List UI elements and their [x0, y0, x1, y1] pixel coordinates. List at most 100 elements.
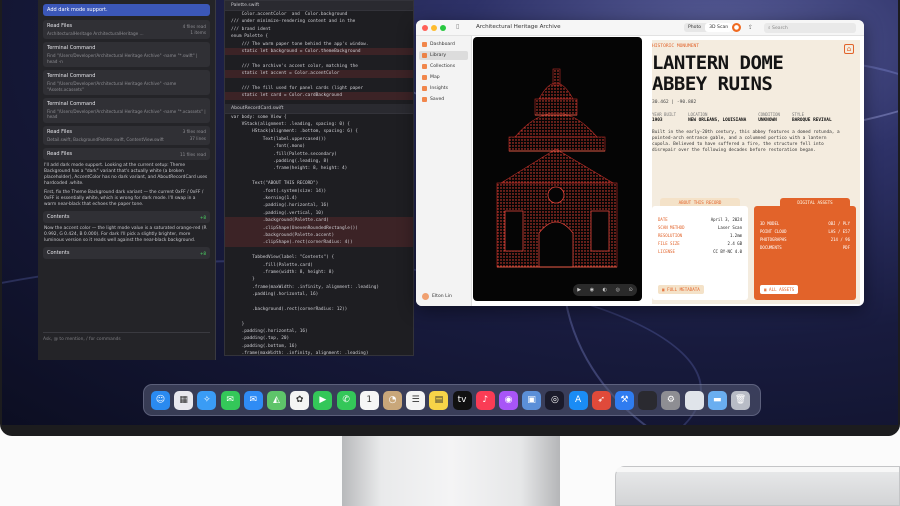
- lighting-icon[interactable]: ◐: [603, 287, 607, 293]
- system-settings-icon[interactable]: ⚙: [661, 391, 681, 410]
- full-metadata-button[interactable]: ▦ FULL METADATA: [658, 285, 704, 294]
- read-files-card[interactable]: Read Files 4 files read ArchitecturalHeri…: [43, 20, 210, 40]
- window-icon[interactable]: [684, 391, 704, 410]
- card-title: Terminal Command: [47, 73, 96, 80]
- contacts-icon[interactable]: ◔: [383, 391, 402, 410]
- phone-icon[interactable]: ✆: [336, 391, 356, 410]
- window-titlebar: ▯ Architectural Heritage Archive Photo 3…: [416, 20, 864, 36]
- metadata-item: STYLE BAROQUE REVIVAL: [792, 112, 832, 123]
- sidebar-item-dashboard[interactable]: Dashboard: [419, 40, 468, 49]
- editor-tab[interactable]: Palette.swift: [225, 1, 413, 11]
- code-line: .frame(maxWidth: .infinity, alignment: .…: [231, 351, 369, 356]
- rotate-icon[interactable]: ◉: [590, 287, 594, 293]
- blank-icon[interactable]: [638, 391, 658, 410]
- calendar-icon[interactable]: 1: [359, 391, 379, 410]
- preview-icon[interactable]: ▣: [522, 391, 542, 410]
- notes-icon[interactable]: ▤: [429, 391, 449, 410]
- record-title-line: LANTERN DOME: [652, 52, 784, 74]
- share-icon[interactable]: ⇪: [748, 24, 753, 31]
- terminal-command-card[interactable]: Terminal Command Find "/Users/Developer/…: [43, 70, 210, 96]
- about-record-card: DATE April 3, 2024 SCAN METHOD Laser Scan …: [652, 206, 748, 300]
- metadata-value: UNKNOWN: [758, 118, 777, 123]
- about-row: LICENSE CC BY-NC 4.0: [652, 248, 748, 256]
- record-category: HISTORIC MONUMENT: [652, 44, 700, 49]
- card-meta: 11 files read: [180, 151, 206, 157]
- read-files-card[interactable]: Read Files 3 files read Detail.swift, Bac…: [43, 125, 210, 146]
- sidebar-item-map[interactable]: Map: [419, 73, 468, 82]
- code-line: .padding(.horizontal, 16): [231, 329, 308, 335]
- editor-tab[interactable]: AboutRecordCard.swift: [225, 103, 413, 114]
- asset-key: DOCUMENTS: [760, 245, 782, 250]
- assistant-message: First, fix the Theme Background dark var…: [44, 190, 204, 208]
- dock: ☺ ▦ ✧ ✉ ✉ ◭ ✿ ▶ ✆ 1 ◔ ☰ ▤ tv ♪ ◉ ▣ ◎ A ➶ ⚒ ⚙ ▬ 🗑: [143, 384, 761, 416]
- sidebar-item-library[interactable]: Library: [419, 51, 468, 60]
- asset-row: PHOTOGRAPHS 214 / 96: [754, 236, 856, 244]
- sidebar-item-saved[interactable]: Saved: [419, 95, 468, 104]
- record-button-icon[interactable]: ●: [732, 23, 741, 32]
- about-key: DATE: [658, 217, 668, 222]
- asset-value: 214 / 96: [830, 237, 850, 242]
- photos-icon[interactable]: ✿: [290, 391, 310, 410]
- code-line: Text("ABOUT THIS RECORD"): [231, 181, 319, 187]
- avatar: [422, 293, 429, 300]
- camera-icon[interactable]: ⊙: [629, 287, 633, 293]
- finder-icon[interactable]: ☺: [151, 391, 170, 410]
- asset-value: PDF: [842, 245, 850, 250]
- xcode-icon[interactable]: ⚒: [615, 391, 634, 410]
- code-line: static let background = Color.themeBackg…: [225, 47, 413, 56]
- podcasts-icon[interactable]: ◉: [499, 391, 518, 410]
- asset-key: POINT CLOUD: [760, 229, 787, 234]
- measure-icon[interactable]: ◎: [616, 287, 620, 293]
- map-icon: [422, 75, 427, 80]
- zoom-icon[interactable]: [440, 25, 446, 31]
- metadata-key: LOCATION: [688, 112, 708, 117]
- minimize-icon[interactable]: [431, 25, 437, 31]
- facetime-icon[interactable]: ▶: [313, 391, 333, 410]
- asset-key: 3D MODEL: [760, 221, 780, 226]
- close-icon[interactable]: [422, 25, 428, 31]
- read-files-card[interactable]: Read Files 11 files read: [43, 148, 210, 161]
- instruments-icon[interactable]: ➶: [591, 391, 611, 410]
- launchpad-icon[interactable]: ▦: [174, 391, 194, 410]
- sidebar-item-collections[interactable]: Collections: [419, 62, 468, 71]
- assistant-chat-panel: Add dark mode support. Read Files 4 files…: [38, 0, 216, 360]
- segment-photo[interactable]: Photo: [684, 23, 705, 32]
- assistant-message: I'll add dark mode support. Looking at t…: [44, 163, 208, 187]
- asset-value: LAS / E57: [828, 229, 850, 234]
- archive-app-window: ▯ Architectural Heritage Archive Photo 3…: [416, 20, 864, 306]
- user-account[interactable]: Elton Lin: [422, 293, 452, 300]
- sidebar-toggle-icon[interactable]: ▯: [456, 23, 459, 30]
- card-code: Detail.swift, BackgroundPalette.swift, C…: [47, 136, 164, 142]
- terminal-command-card[interactable]: Terminal Command Find "/Users/Developer/…: [43, 98, 210, 123]
- maps-icon[interactable]: ◭: [267, 391, 286, 410]
- about-key: FILE SIZE: [658, 241, 680, 246]
- about-value: 2.4 GB: [727, 241, 742, 246]
- diff-count: +8: [199, 250, 206, 256]
- trash-icon[interactable]: 🗑: [731, 391, 750, 410]
- chat-input[interactable]: Ask, @ to mention, / for commands: [43, 332, 210, 354]
- messages-icon[interactable]: ✉: [220, 391, 240, 410]
- mail-icon[interactable]: ✉: [243, 391, 263, 410]
- search-field[interactable]: ⌕ Search: [764, 23, 856, 33]
- point-cloud-viewer[interactable]: ▶ ◉ ◐ ◎ ⊙: [473, 37, 642, 301]
- code-editor[interactable]: Palette.swift Color.accentColor and Colo…: [224, 0, 414, 356]
- all-assets-button[interactable]: ▦ ALL ASSETS: [760, 285, 799, 294]
- reminders-icon[interactable]: ☰: [406, 391, 426, 410]
- folder-icon[interactable]: ▬: [707, 391, 727, 410]
- scene: Add dark mode support. Read Files 4 files…: [0, 0, 900, 506]
- segment-3d-scan[interactable]: 3D Scan: [705, 23, 733, 32]
- code-line: .kerning(1.4): [231, 195, 298, 201]
- contents-diff-card[interactable]: Contents +8: [43, 247, 210, 260]
- app-store-icon[interactable]: A: [568, 391, 588, 410]
- activity-icon[interactable]: ◎: [545, 391, 565, 410]
- terminal-command-card[interactable]: Terminal Command Find "/Users/Developer/…: [43, 42, 210, 68]
- music-icon[interactable]: ♪: [475, 391, 495, 410]
- tv-icon[interactable]: tv: [452, 391, 472, 410]
- view-mode-segmented-control[interactable]: Photo 3D Scan: [684, 23, 733, 32]
- play-icon[interactable]: ▶: [577, 287, 581, 293]
- insights-icon: [422, 86, 427, 91]
- contents-diff-card[interactable]: Contents +8: [43, 211, 210, 224]
- code-line: .clipShape(UnevenRoundedRectangle()): [225, 224, 413, 232]
- sidebar-item-insights[interactable]: Insights: [419, 84, 468, 93]
- safari-icon[interactable]: ✧: [197, 391, 217, 410]
